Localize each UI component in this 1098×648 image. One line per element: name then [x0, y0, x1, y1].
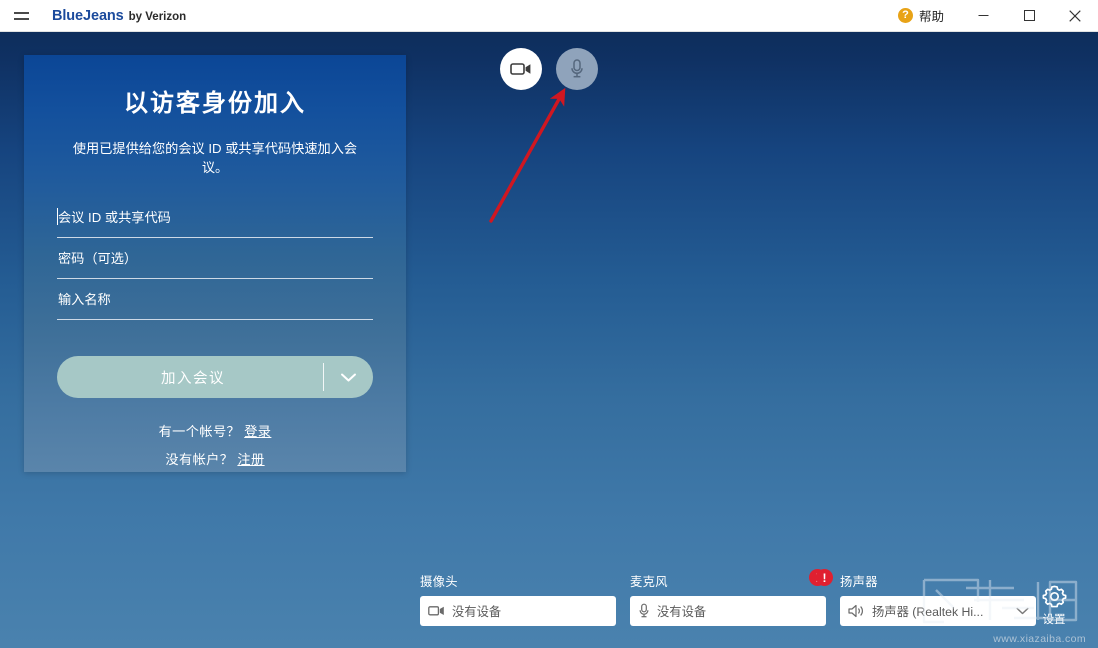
microphone-icon [571, 59, 583, 78]
annotation-arrow-icon [489, 87, 566, 223]
sign-up-link[interactable]: 注册 [237, 452, 264, 467]
device-selection-bar: 摄像头 没有设备 麦克风 ! 没有设备 [420, 569, 1040, 626]
speaker-device-select[interactable]: 扬声器 (Realtek Hi... [840, 596, 1036, 626]
brand-name: BlueJeans [52, 7, 124, 24]
settings-label: 设置 [1042, 614, 1066, 626]
camera-toggle-button[interactable] [500, 48, 542, 90]
question-mark-icon: ? [897, 8, 913, 23]
panel-description: 使用已提供给您的会议 ID 或共享代码快速加入会议。 [72, 141, 358, 176]
have-account-text: 有一个帐号？ [158, 424, 241, 440]
join-meeting-button[interactable]: 加入会议 [57, 356, 323, 398]
sign-up-row: 没有帐户？ 注册 [57, 446, 373, 474]
help-button[interactable]: ? 帮助 [882, 0, 960, 32]
passcode-field-row[interactable] [57, 238, 373, 280]
camera-device-group: 摄像头 没有设备 [420, 572, 616, 626]
speaker-device-group: 扬声器 ! 扬声器 (Realtek Hi... [816, 569, 1036, 626]
microphone-device-value: 没有设备 [657, 605, 707, 619]
speaker-device-label: 扬声器 [840, 575, 878, 589]
join-options-dropdown-button[interactable] [324, 356, 373, 398]
watermark-url: www.xiazaiba.com [993, 633, 1086, 645]
title-bar: BlueJeans by Verizon ? 帮助 [0, 0, 1098, 32]
page-title: 以访客身份加入 [124, 90, 306, 117]
help-label: 帮助 [918, 10, 944, 24]
speaker-icon [848, 604, 863, 618]
video-camera-icon [510, 63, 531, 75]
join-meeting-control: 加入会议 [57, 356, 373, 399]
display-name-field-row[interactable] [57, 279, 373, 321]
brand-tagline: by Verizon [128, 10, 187, 23]
close-button[interactable] [1052, 0, 1098, 32]
microphone-device-select[interactable]: 没有设备 [630, 596, 826, 626]
join-form [57, 197, 373, 321]
no-account-text: 没有帐户？ [165, 452, 234, 468]
meeting-id-input[interactable] [57, 209, 373, 225]
title-bar-controls: ? 帮助 [882, 0, 1098, 32]
text-caret [57, 208, 58, 226]
microphone-device-label: 麦克风 [630, 575, 668, 589]
microphone-toggle-button[interactable] [556, 48, 598, 90]
microphone-device-group: 麦克风 ! 没有设备 [630, 569, 826, 626]
passcode-input[interactable] [57, 250, 373, 266]
settings-button[interactable]: 设置 [1026, 583, 1082, 627]
account-links: 有一个帐号？ 登录 没有帐户？ 注册 [57, 418, 373, 474]
speaker-device-value: 扬声器 (Realtek Hi... [872, 605, 984, 619]
speaker-warning-icon: ! [816, 569, 833, 586]
bluejeans-app-window: BlueJeans by Verizon ? 帮助 以访客身份加入 使用已提供给… [0, 0, 1098, 648]
button-divider [323, 363, 324, 392]
camera-device-value: 没有设备 [452, 605, 502, 619]
video-camera-icon [428, 606, 444, 616]
sign-in-row: 有一个帐号？ 登录 [57, 418, 373, 446]
camera-device-select[interactable]: 没有设备 [420, 596, 616, 626]
meeting-id-field-row[interactable] [57, 197, 373, 239]
hamburger-menu-icon[interactable] [0, 0, 42, 32]
minimize-button[interactable] [960, 0, 1006, 32]
sign-in-link[interactable]: 登录 [244, 424, 271, 439]
chevron-down-icon [341, 373, 356, 382]
microphone-icon [639, 603, 649, 618]
app-logo: BlueJeans by Verizon [52, 8, 186, 24]
guest-join-panel: 以访客身份加入 使用已提供给您的会议 ID 或共享代码快速加入会议。 加入会议 [24, 55, 406, 472]
camera-device-label: 摄像头 [420, 575, 458, 589]
display-name-input[interactable] [57, 291, 373, 307]
av-toggle-group [500, 48, 598, 90]
gear-icon [1042, 585, 1066, 608]
maximize-button[interactable] [1006, 0, 1052, 32]
